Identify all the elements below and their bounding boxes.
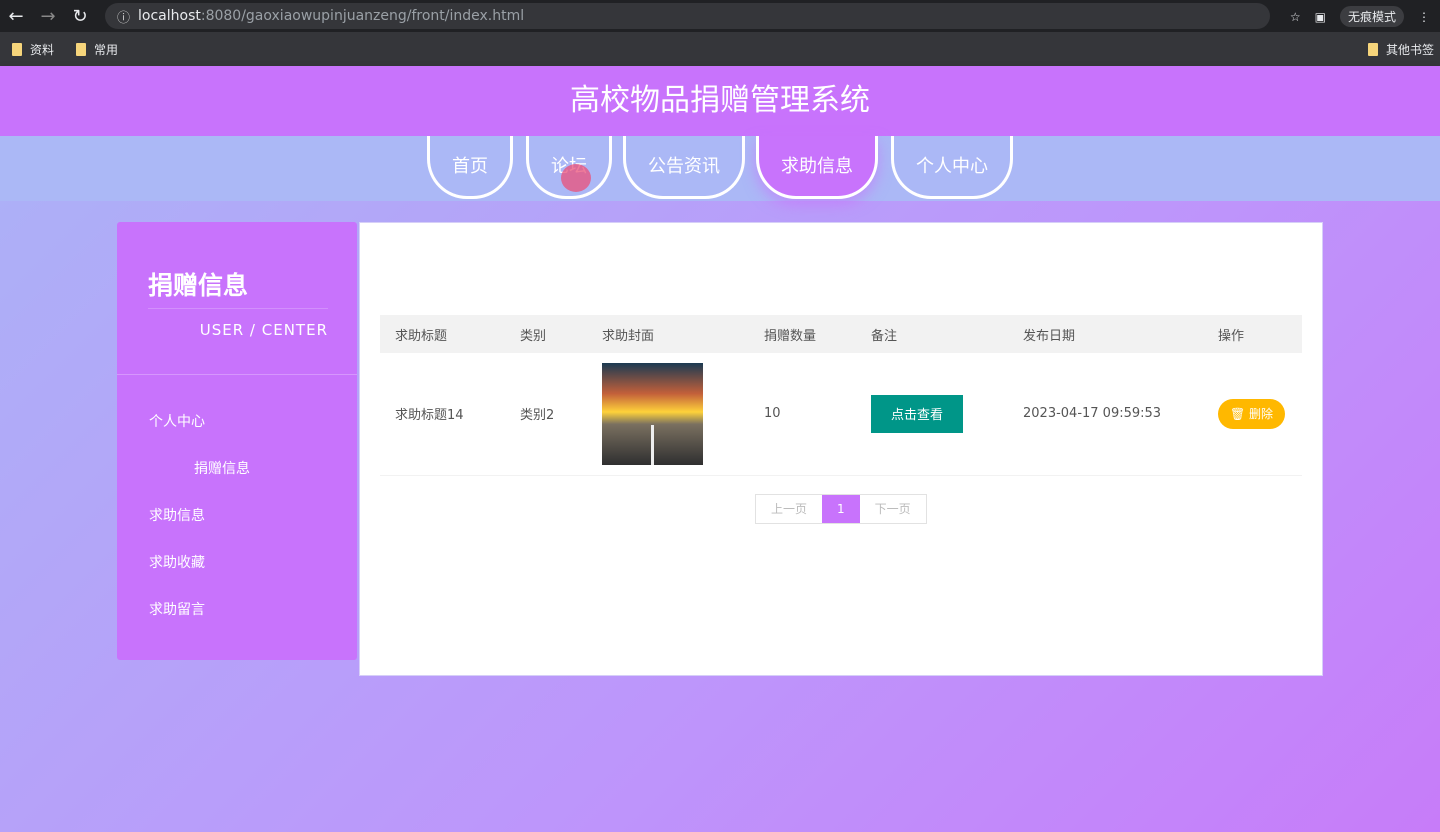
sidebar-item-donation-info[interactable]: 捐赠信息: [194, 458, 250, 478]
col-title: 求助标题: [380, 315, 505, 353]
sidebar-title: 捐赠信息: [148, 271, 249, 300]
cursor-highlight: [561, 164, 591, 192]
row-category: 类别2: [505, 353, 587, 476]
row-title: 求助标题14: [380, 353, 505, 476]
prev-page-button[interactable]: 上一页: [756, 495, 822, 523]
next-page-button[interactable]: 下一页: [860, 495, 926, 523]
other-bookmarks[interactable]: 其他书签: [1367, 41, 1434, 58]
sidebar: 捐赠信息 USER / CENTER 个人中心 捐赠信息 求助信息 求助收藏 求…: [117, 222, 357, 660]
folder-icon: [12, 42, 22, 56]
sidebar-item-help-messages[interactable]: 求助留言: [149, 599, 205, 619]
folder-icon: [1367, 43, 1378, 56]
bookmarks-bar: 资料 常用 其他书签: [0, 32, 1440, 66]
view-button[interactable]: 点击查看: [871, 394, 963, 433]
col-quantity: 捐赠数量: [749, 315, 856, 353]
pagination: 上一页 1 下一页: [755, 494, 927, 524]
donation-table: 求助标题 类别 求助封面 捐赠数量 备注 发布日期 操作 求助标题14 类别2 …: [380, 315, 1302, 476]
tab-help-info[interactable]: 求助信息: [756, 136, 878, 199]
incognito-badge[interactable]: 无痕模式: [1339, 6, 1404, 27]
sidebar-item-help-favorites[interactable]: 求助收藏: [149, 552, 205, 572]
bookmark-folder[interactable]: 资料: [12, 41, 54, 58]
back-icon[interactable]: ←: [0, 6, 32, 27]
menu-icon[interactable]: ⋮: [1418, 10, 1430, 24]
col-category: 类别: [505, 315, 587, 353]
content-panel: 求助标题 类别 求助封面 捐赠数量 备注 发布日期 操作 求助标题14 类别2 …: [359, 222, 1323, 676]
tab-announcements[interactable]: 公告资讯: [623, 136, 745, 199]
folder-icon: [76, 42, 87, 56]
col-cover: 求助封面: [587, 315, 749, 353]
col-action: 操作: [1203, 315, 1302, 353]
row-quantity: 10: [749, 353, 856, 476]
divider: [117, 374, 357, 375]
browser-toolbar: ← → ↻ ⓘ localhost:8080/gaoxiaowupinjuanze…: [0, 0, 1440, 32]
bookmark-folder[interactable]: 常用: [76, 41, 118, 58]
row-date: 2023-04-17 09:59:53: [1008, 353, 1203, 476]
table-row: 求助标题14 类别2 10 点击查看 2023-04-17 09:59:53 🗑…: [380, 353, 1302, 476]
col-date: 发布日期: [1008, 315, 1203, 353]
address-bar[interactable]: ⓘ localhost:8080/gaoxiaowupinjuanzeng/fro…: [105, 3, 1270, 29]
forward-icon[interactable]: →: [32, 6, 64, 27]
main-nav: 首页 论坛 公告资讯 求助信息 个人中心: [0, 136, 1440, 201]
sidebar-item-personal-center[interactable]: 个人中心: [149, 411, 205, 431]
sidebar-subtitle: USER / CENTER: [148, 308, 328, 339]
trash-icon: 🗑: [1229, 407, 1250, 422]
tab-personal-center[interactable]: 个人中心: [891, 136, 1013, 199]
site-title: 高校物品捐赠管理系统: [0, 66, 1440, 136]
col-remark: 备注: [856, 315, 1008, 353]
reload-icon[interactable]: ↻: [64, 6, 96, 27]
tab-home[interactable]: 首页: [427, 136, 513, 199]
page-1-button[interactable]: 1: [822, 495, 860, 523]
sidebar-item-help-info[interactable]: 求助信息: [149, 505, 205, 525]
cover-image: [602, 362, 703, 465]
delete-button[interactable]: 🗑 删除: [1218, 398, 1285, 429]
info-icon: ⓘ: [117, 10, 131, 26]
star-icon[interactable]: ☆: [1290, 10, 1301, 24]
sidepanel-icon[interactable]: ▣: [1315, 10, 1326, 24]
